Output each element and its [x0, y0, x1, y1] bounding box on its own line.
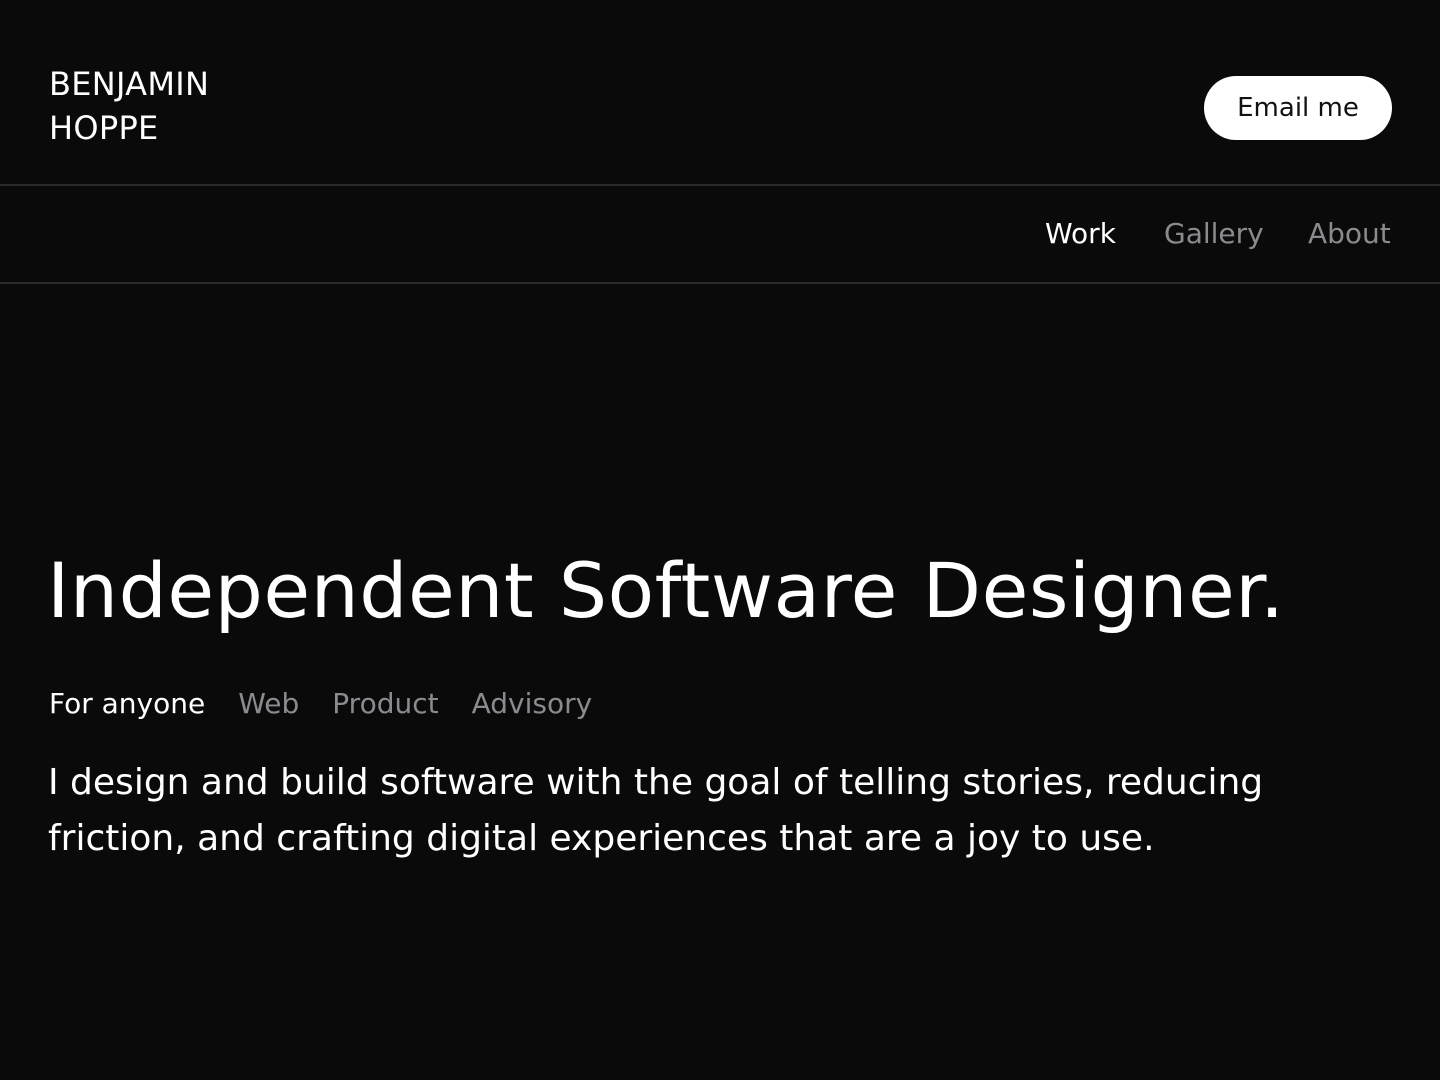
- hero-title: Independent Software Designer.: [47, 546, 1285, 635]
- filter-advisory[interactable]: Advisory: [472, 684, 593, 724]
- site-header: BENJAMIN HOPPE Email me: [0, 0, 1440, 186]
- hero-description: I design and build software with the goa…: [48, 762, 1264, 859]
- logo-last-name: HOPPE: [49, 109, 159, 147]
- nav-item-work[interactable]: Work: [1045, 214, 1116, 254]
- site-logo[interactable]: BENJAMIN HOPPE: [49, 62, 209, 150]
- main-nav: Work Gallery About: [0, 186, 1440, 284]
- logo-first-name: BENJAMIN: [49, 65, 210, 103]
- nav-item-about[interactable]: About: [1308, 214, 1391, 254]
- page: BENJAMIN HOPPE Email me Work Gallery Abo…: [0, 0, 1440, 1080]
- filter-for-anyone[interactable]: For anyone: [49, 684, 205, 724]
- nav-item-gallery[interactable]: Gallery: [1164, 214, 1264, 254]
- filter-web[interactable]: Web: [238, 684, 299, 724]
- audience-filters: For anyone Web Product Advisory: [49, 684, 625, 724]
- filter-product[interactable]: Product: [332, 684, 438, 724]
- email-me-button[interactable]: Email me: [1204, 76, 1392, 140]
